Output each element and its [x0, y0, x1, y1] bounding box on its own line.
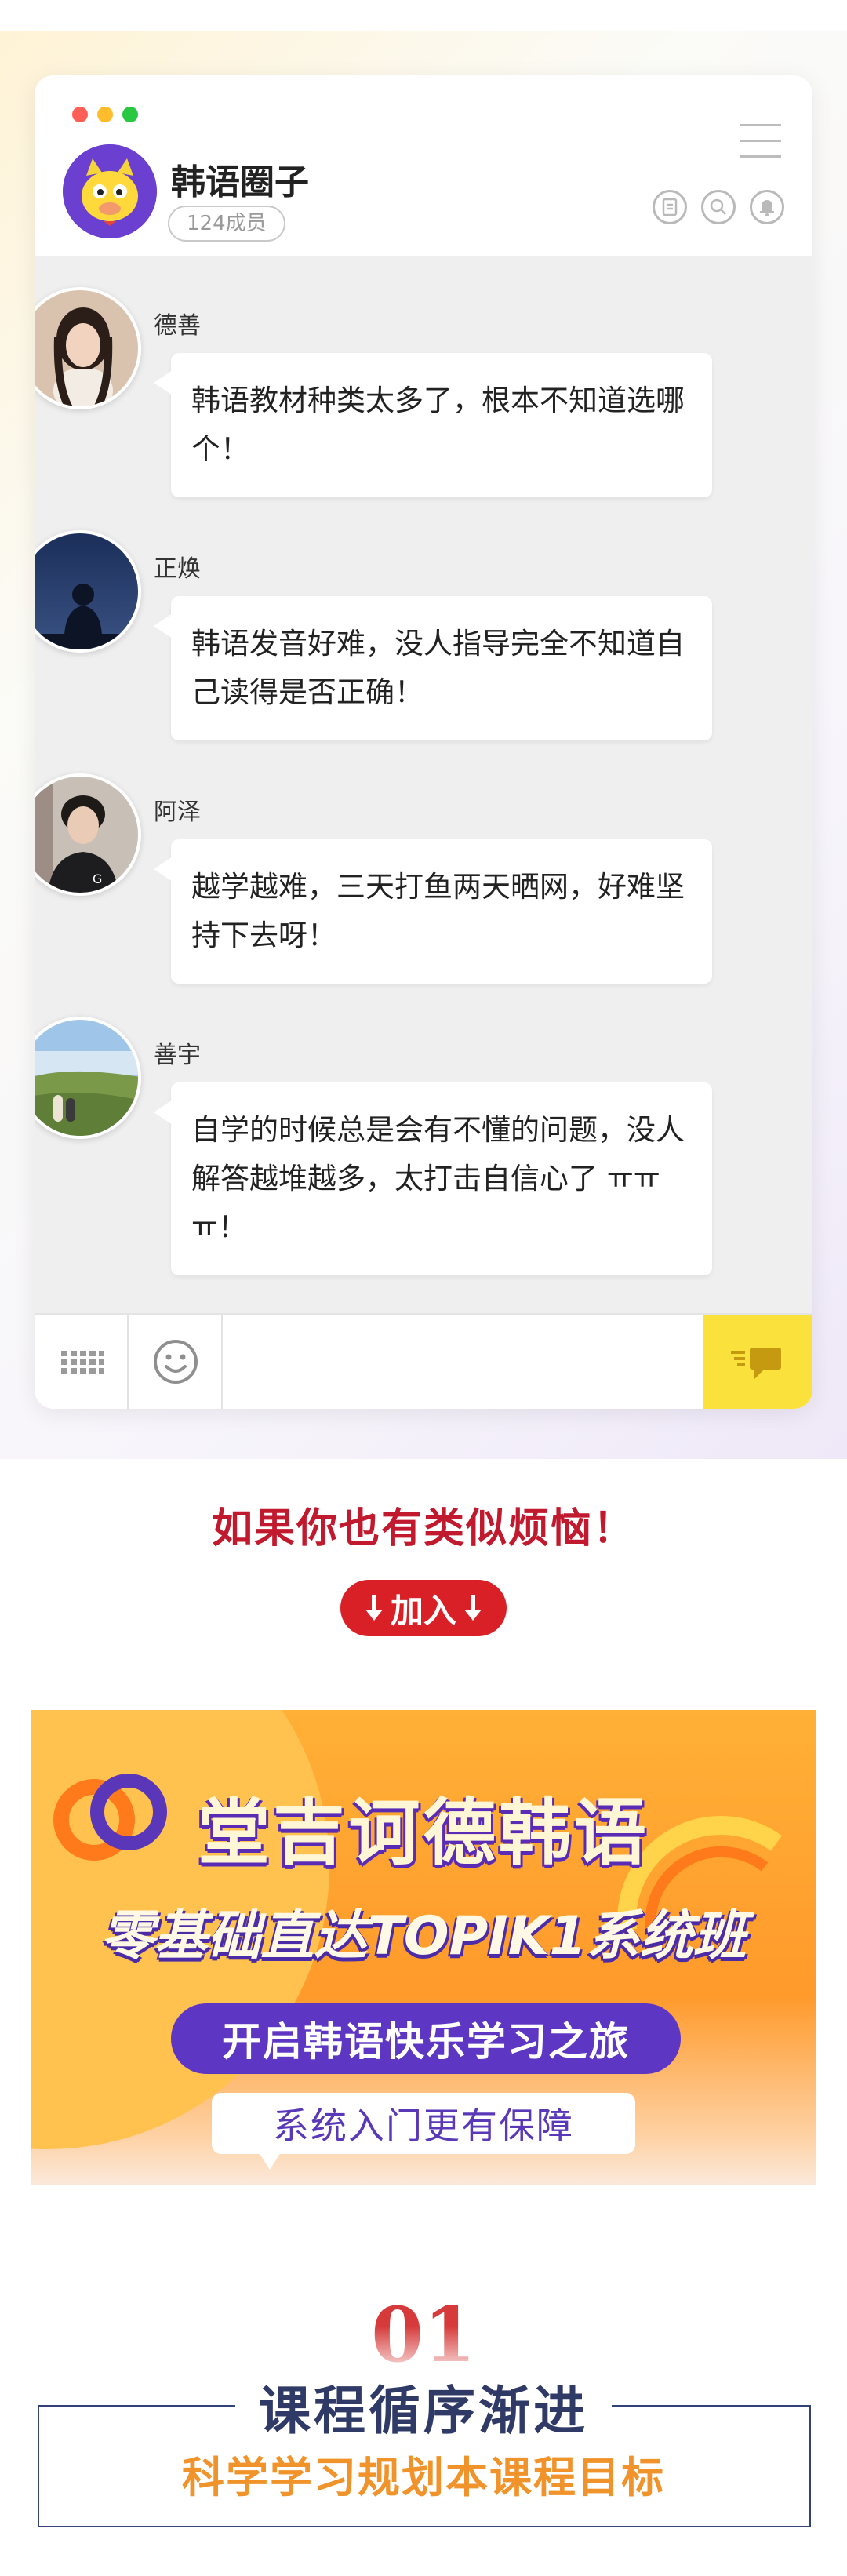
message-sender: 善宇: [154, 1042, 201, 1069]
avatar[interactable]: [35, 530, 141, 653]
banner-subtitle: 零基础直达TOPIK1系统班: [100, 1905, 747, 1967]
search-icon[interactable]: [701, 190, 736, 224]
banner-note: 系统入门更有保障: [212, 2093, 635, 2170]
callout-headline: 如果你也有类似烦恼！: [211, 1505, 635, 1552]
banner-pill: 开启韩语快乐学习之旅: [171, 2003, 681, 2074]
arrow-down-icon: [464, 1595, 482, 1621]
group-title: 韩语圈子: [171, 162, 309, 202]
arrow-down-icon: [365, 1595, 383, 1621]
message-sender: 正焕: [154, 555, 201, 583]
message-bubble: 韩语发音好难，没人指导完全不知道自己读得是否正确！: [154, 596, 712, 740]
window-close-dot[interactable]: [72, 107, 88, 122]
send-button[interactable]: [703, 1315, 812, 1409]
window-maximize-dot[interactable]: [122, 107, 138, 122]
banner-title: 堂吉诃德韩语: [197, 1791, 649, 1875]
course-banner[interactable]: 堂吉诃德韩语 零基础直达TOPIK1系统班 开启韩语快乐学习之旅 系统入门更有保…: [31, 1710, 816, 2185]
document-icon[interactable]: [653, 190, 687, 224]
message-bubble: 韩语教材种类太多了，根本不知道选哪个！: [154, 353, 712, 497]
chat-message: 善宇 自学的时候总是会有不懂的问题，没人解答越堆越多，太打击自信心了 ㅠㅠㅠ！: [35, 1017, 812, 1275]
section-title: 课程循序渐进: [235, 2369, 612, 2444]
chat-window: 韩语圈子 124成员 德善 韩语教材种类太多了，根本不知道选哪个！ 正焕 韩语发…: [35, 75, 812, 1409]
message-sender: 阿泽: [154, 799, 201, 826]
join-button[interactable]: 加入: [340, 1580, 507, 1636]
chat-message: 德善 韩语教材种类太多了，根本不知道选哪个！: [35, 287, 812, 499]
message-bubble: 自学的时候总是会有不懂的问题，没人解答越堆越多，太打击自信心了 ㅠㅠㅠ！: [154, 1082, 712, 1275]
message-sender: 德善: [154, 312, 201, 340]
message-input[interactable]: [223, 1315, 703, 1409]
chat-message: 正焕 韩语发音好难，没人指导完全不知道自己读得是否正确！: [35, 530, 812, 742]
avatar[interactable]: G: [35, 773, 141, 896]
chat-header: 韩语圈子 124成员: [35, 75, 812, 256]
join-label: 加入: [390, 1591, 456, 1630]
chat-section: 韩语圈子 124成员 德善 韩语教材种类太多了，根本不知道选哪个！ 正焕 韩语发…: [0, 31, 847, 1459]
section-title-wrap: 课程循序渐进: [0, 2369, 847, 2444]
avatar[interactable]: [35, 287, 141, 409]
chat-input-bar: [35, 1313, 812, 1409]
group-avatar[interactable]: [63, 144, 157, 238]
member-count-badge[interactable]: 124成员: [168, 206, 285, 242]
window-minimize-dot[interactable]: [97, 107, 113, 122]
chat-message: G 阿泽 越学越难，三天打鱼两天晒网，好难坚持下去呀！: [35, 773, 812, 985]
message-bubble: 越学越难，三天打鱼两天晒网，好难坚持下去呀！: [154, 839, 712, 984]
svg-text:G: G: [93, 871, 102, 886]
section-number: 01: [0, 2290, 847, 2379]
menu-icon[interactable]: [740, 124, 781, 160]
avatar[interactable]: [35, 1017, 141, 1139]
section-subtitle: 科学学习规划本课程目标: [182, 2453, 665, 2502]
emoji-icon[interactable]: [129, 1315, 223, 1409]
bell-icon[interactable]: [750, 190, 784, 224]
keyboard-icon[interactable]: [35, 1315, 129, 1409]
send-icon: [731, 1348, 781, 1379]
